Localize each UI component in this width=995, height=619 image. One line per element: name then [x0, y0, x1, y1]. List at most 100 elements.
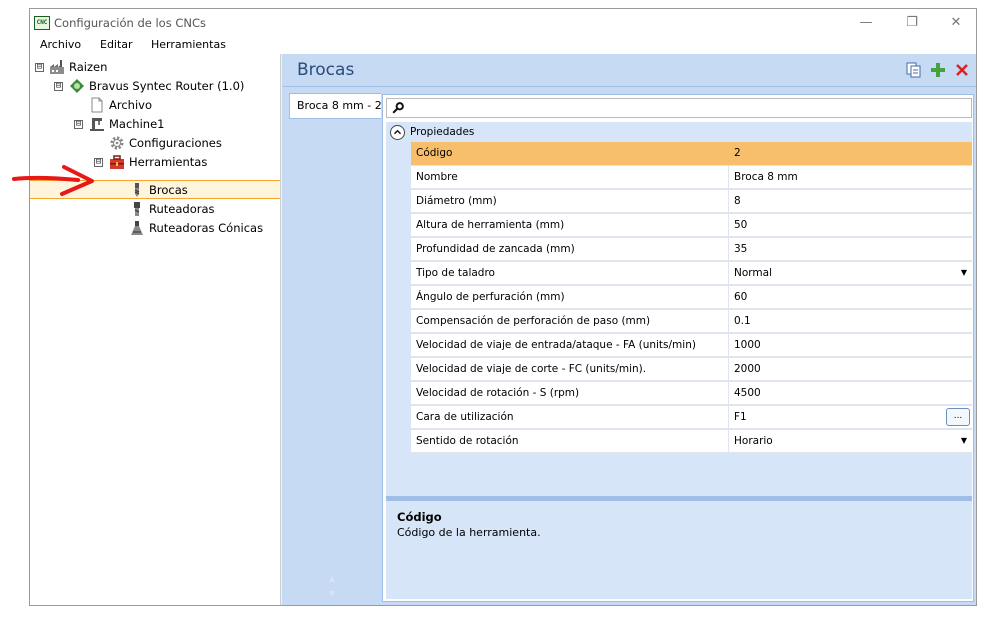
category-label: Propiedades: [410, 126, 475, 138]
drill-bit-icon: [134, 183, 140, 197]
prop-name: Velocidad de rotación - S (rpm): [411, 382, 729, 405]
prop-value[interactable]: 4500: [730, 382, 972, 405]
prop-value[interactable]: 2000: [730, 358, 972, 381]
menu-editar[interactable]: Editar: [100, 38, 133, 51]
prop-row-tipo-taladro[interactable]: Tipo de taladro Normal ▼: [411, 262, 972, 285]
config-window: CNC Configuración de los CNCs — ❐ ✕ Arch…: [29, 8, 977, 606]
prop-value[interactable]: 35: [730, 238, 972, 261]
maximize-button[interactable]: ❐: [890, 9, 934, 37]
prop-value-text: F1: [734, 411, 747, 423]
prop-value-dropdown[interactable]: Horario ▼: [730, 430, 972, 453]
tools-panel: Brocas Broca 8 mm - 2 ▲ ▼ Propiedades Có…: [282, 54, 976, 605]
prop-value[interactable]: 8: [730, 190, 972, 213]
prop-name: Sentido de rotación: [411, 430, 729, 453]
scroll-down-button[interactable]: ▼: [328, 589, 336, 598]
tree-item-label: Ruteadoras Cónicas: [149, 221, 264, 235]
annotation-arrow-icon: [12, 165, 94, 196]
prop-value[interactable]: 2: [730, 142, 972, 165]
prop-value[interactable]: 1000: [730, 334, 972, 357]
cnc-app-icon: CNC: [34, 16, 50, 30]
add-icon[interactable]: [930, 62, 946, 78]
close-button[interactable]: ✕: [934, 9, 976, 37]
prop-value-dropdown[interactable]: Normal ▼: [730, 262, 972, 285]
collapse-icon[interactable]: ⊟: [74, 120, 83, 129]
prop-name: Profundidad de zancada (mm): [411, 238, 729, 261]
search-input[interactable]: [386, 98, 972, 118]
chevron-down-icon[interactable]: ▼: [961, 430, 967, 452]
prop-name: Tipo de taladro: [411, 262, 729, 285]
prop-value[interactable]: 0.1: [730, 310, 972, 333]
prop-name: Ángulo de perfuración (mm): [411, 286, 729, 309]
tree-item-archivo[interactable]: Archivo: [30, 96, 280, 114]
window-title: Configuración de los CNCs: [54, 16, 207, 30]
tab-strip: Broca 8 mm - 2 ▲ ▼: [282, 88, 382, 605]
router-icon: [70, 79, 84, 93]
ellipsis-button[interactable]: ...: [946, 408, 970, 426]
prop-row-angulo[interactable]: Ángulo de perfuración (mm) 60: [411, 286, 972, 309]
search-icon: [392, 102, 404, 114]
scroll-up-button[interactable]: ▲: [328, 574, 336, 583]
prop-row-diametro[interactable]: Diámetro (mm) 8: [411, 190, 972, 213]
prop-value-text: Normal: [734, 267, 772, 279]
property-editor: Propiedades Código 2 Nombre Broca 8 mm D…: [382, 94, 974, 602]
machine-tree: ⊟ Raizen ⊟ Bravus Syntec Router (1.0) Ar…: [30, 54, 281, 605]
property-grid: Propiedades Código 2 Nombre Broca 8 mm D…: [386, 122, 972, 496]
router-bit-icon: [134, 202, 140, 216]
description-pane: Código Código de la herramienta.: [386, 501, 972, 599]
document-icon: [91, 97, 103, 113]
prop-row-nombre[interactable]: Nombre Broca 8 mm: [411, 166, 972, 189]
tree-item-label: Herramientas: [129, 155, 208, 169]
menu-archivo[interactable]: Archivo: [40, 38, 81, 51]
tree-item-ruteadoras-conicas[interactable]: Ruteadoras Cónicas: [30, 219, 280, 237]
factory-icon: [50, 60, 64, 74]
description-text: Código de la herramienta.: [397, 526, 541, 539]
prop-row-velocidad-corte[interactable]: Velocidad de viaje de corte - FC (units/…: [411, 358, 972, 381]
tree-item-configuraciones[interactable]: Configuraciones: [30, 134, 280, 152]
prop-row-cara-utilizacion[interactable]: Cara de utilización F1 ...: [411, 406, 972, 429]
prop-row-velocidad-entrada[interactable]: Velocidad de viaje de entrada/ataque - F…: [411, 334, 972, 357]
panel-header: Brocas: [282, 54, 976, 87]
prop-name: Compensación de perforación de paso (mm): [411, 310, 729, 333]
prop-row-profundidad[interactable]: Profundidad de zancada (mm) 35: [411, 238, 972, 261]
category-row[interactable]: Propiedades: [386, 122, 972, 142]
prop-name: Altura de herramienta (mm): [411, 214, 729, 237]
delete-icon[interactable]: [954, 62, 970, 78]
prop-row-sentido-rotacion[interactable]: Sentido de rotación Horario ▼: [411, 430, 972, 453]
prop-value-editor[interactable]: F1 ...: [730, 406, 972, 429]
prop-name: Diámetro (mm): [411, 190, 729, 213]
copy-icon[interactable]: [906, 62, 922, 78]
prop-name: Velocidad de viaje de entrada/ataque - F…: [411, 334, 729, 357]
prop-row-velocidad-rotacion[interactable]: Velocidad de rotación - S (rpm) 4500: [411, 382, 972, 405]
tree-item-bravus-router[interactable]: ⊟ Bravus Syntec Router (1.0): [30, 77, 280, 95]
tree-item-machine1[interactable]: ⊟ Machine1: [30, 115, 280, 133]
tree-item-label: Machine1: [109, 117, 165, 131]
collapse-category-icon[interactable]: [390, 125, 405, 140]
description-title: Código: [397, 510, 442, 524]
prop-name: Cara de utilización: [411, 406, 729, 429]
prop-value[interactable]: 60: [730, 286, 972, 309]
tree-item-ruteadoras[interactable]: Ruteadoras: [30, 200, 280, 218]
toolbox-icon: [110, 155, 124, 169]
tree-item-label: Bravus Syntec Router (1.0): [89, 79, 245, 93]
prop-value-text: Horario: [734, 435, 773, 447]
gear-icon: [110, 136, 124, 150]
prop-name: Velocidad de viaje de corte - FC (units/…: [411, 358, 729, 381]
collapse-icon[interactable]: ⊟: [54, 82, 63, 91]
collapse-icon[interactable]: ⊟: [35, 63, 44, 72]
prop-value[interactable]: 50: [730, 214, 972, 237]
menu-bar: Archivo Editar Herramientas: [30, 37, 976, 54]
chevron-down-icon[interactable]: ▼: [961, 262, 967, 284]
menu-herramientas[interactable]: Herramientas: [151, 38, 226, 51]
tree-item-label: Raizen: [69, 60, 108, 74]
tab-broca-8mm[interactable]: Broca 8 mm - 2: [289, 93, 382, 119]
conical-bit-icon: [131, 221, 143, 235]
prop-value[interactable]: Broca 8 mm: [730, 166, 972, 189]
title-bar[interactable]: CNC Configuración de los CNCs — ❐ ✕: [30, 9, 976, 37]
prop-name: Código: [411, 142, 729, 165]
panel-title: Brocas: [297, 60, 355, 80]
tree-item-raizen[interactable]: ⊟ Raizen: [30, 58, 280, 76]
minimize-button[interactable]: —: [844, 9, 888, 37]
prop-row-compensacion[interactable]: Compensación de perforación de paso (mm)…: [411, 310, 972, 333]
prop-row-codigo[interactable]: Código 2: [411, 142, 972, 165]
prop-row-altura[interactable]: Altura de herramienta (mm) 50: [411, 214, 972, 237]
